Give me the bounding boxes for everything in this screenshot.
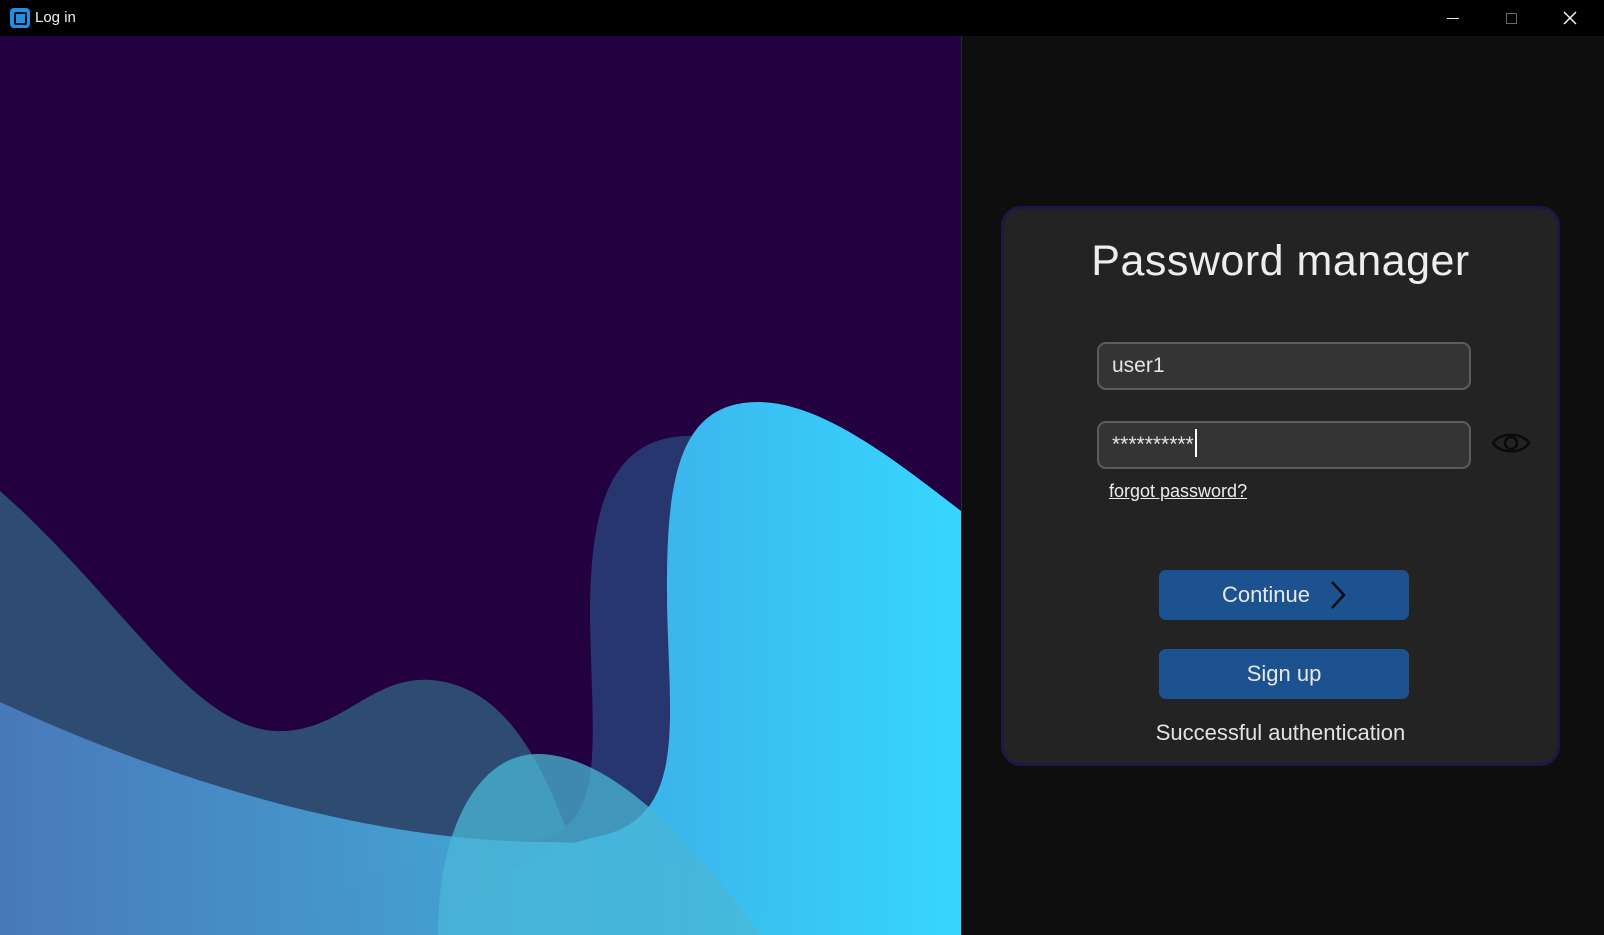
- close-button[interactable]: [1541, 0, 1599, 36]
- chevron-right-icon: [1331, 581, 1346, 609]
- minimize-button[interactable]: [1424, 0, 1482, 36]
- panel-divider: [961, 36, 962, 935]
- login-card: Password manager user1 ********** forgot…: [1001, 206, 1560, 766]
- username-value: user1: [1112, 354, 1165, 377]
- app-icon: [10, 8, 30, 28]
- text-caret: [1194, 429, 1197, 458]
- password-value: **********: [1112, 433, 1194, 456]
- sign-up-label: Sign up: [1246, 661, 1322, 686]
- status-message: Successful authentication: [1155, 720, 1406, 745]
- username-input[interactable]: user1: [1097, 342, 1471, 390]
- close-icon: [1563, 11, 1577, 25]
- wave-artwork: [0, 36, 961, 935]
- maximize-button[interactable]: [1482, 0, 1540, 36]
- maximize-icon: [1505, 12, 1517, 24]
- sign-up-button[interactable]: Sign up: [1159, 649, 1409, 699]
- continue-button[interactable]: Continue: [1159, 570, 1409, 620]
- eye-icon[interactable]: [1491, 428, 1531, 458]
- password-input[interactable]: **********: [1097, 421, 1471, 469]
- window-title: Log in: [35, 9, 76, 26]
- minimize-icon: [1447, 17, 1459, 19]
- title-bar: Log in: [0, 0, 1604, 36]
- continue-label: Continue: [1221, 582, 1311, 607]
- forgot-password-link[interactable]: forgot password?: [1109, 481, 1247, 502]
- app-heading: Password manager: [1091, 237, 1470, 285]
